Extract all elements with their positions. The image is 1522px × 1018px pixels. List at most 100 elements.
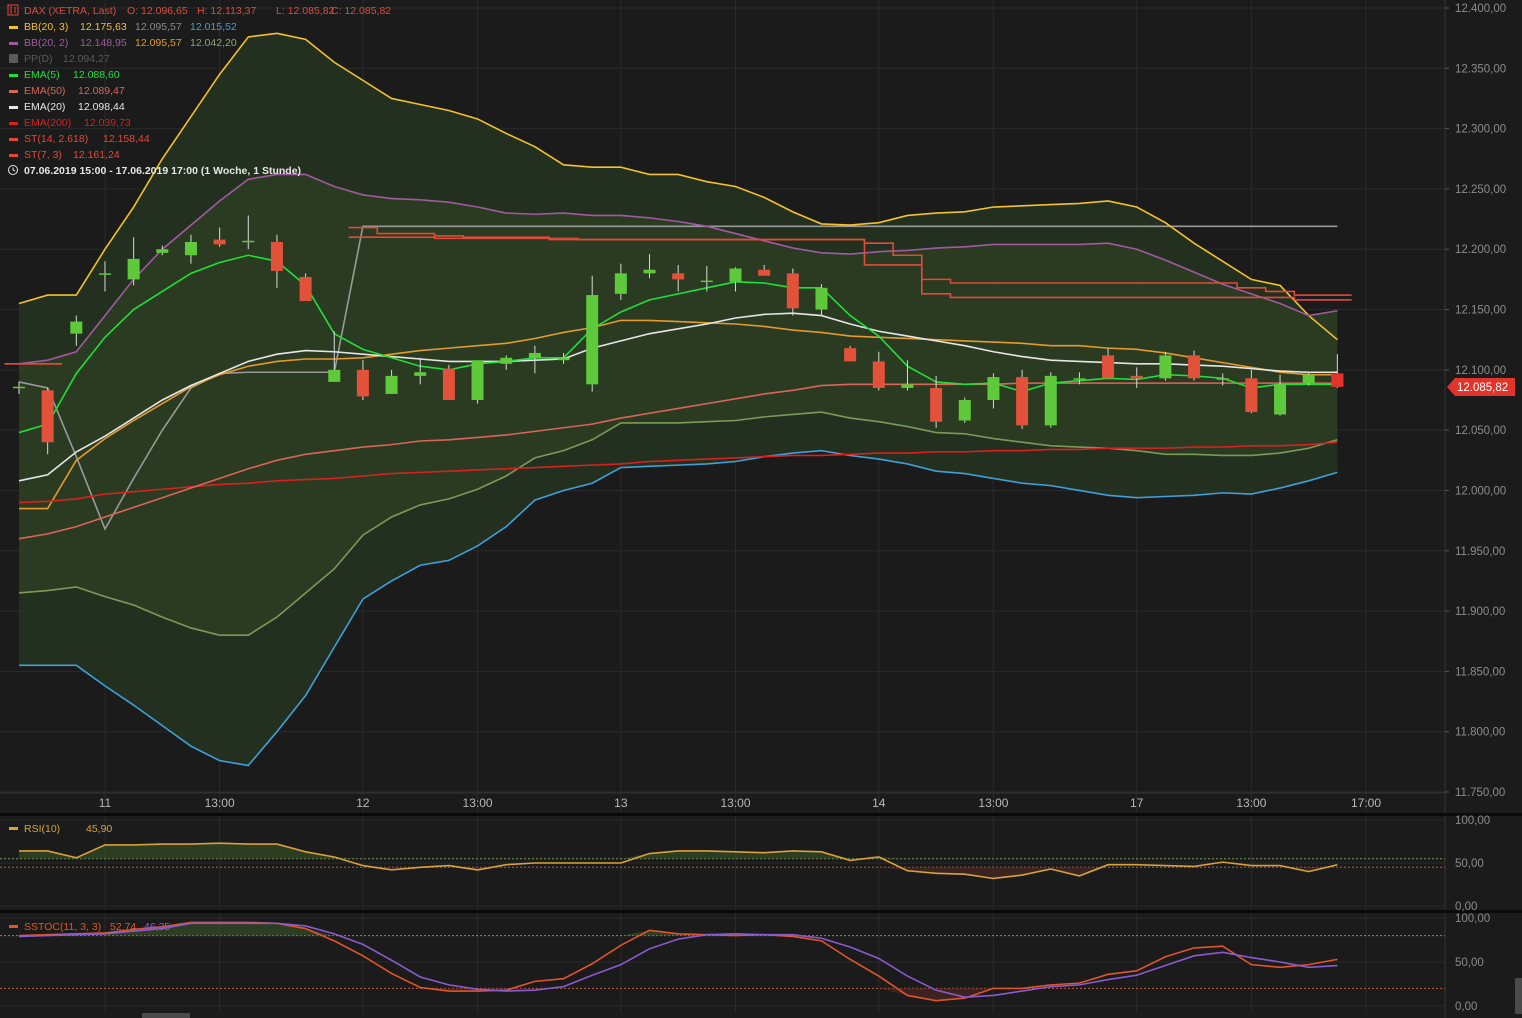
indicator-name: ST(14, 2.618) — [24, 133, 88, 145]
pane-separator[interactable] — [0, 910, 1522, 913]
candle — [443, 365, 455, 400]
indicator-value: 12.089,47 — [78, 85, 125, 97]
price-tick-label: 11.950,00 — [1455, 546, 1505, 558]
indicator-value: 12.015,52 — [190, 21, 237, 33]
indicator-value: 12.094,27 — [63, 53, 110, 65]
indicator-value: 12.158,44 — [103, 133, 150, 145]
time-label: 14 — [872, 796, 886, 810]
candle-body — [443, 369, 455, 400]
price-tick-label: 12.350,00 — [1455, 63, 1506, 75]
stoc-tick-label: 0,00 — [1455, 1001, 1477, 1013]
candle-body — [672, 273, 684, 279]
indicator-row: BB(20, 3) 12.175,63 12.095,57 12.015,52 — [9, 21, 237, 33]
pane-separator[interactable] — [0, 813, 1522, 816]
candle-body — [472, 360, 484, 400]
candle-body — [1217, 378, 1229, 380]
candle-body — [214, 240, 226, 245]
price-tick-label: 11.850,00 — [1455, 666, 1505, 678]
candle-body — [271, 242, 283, 271]
vertical-scrollbar[interactable] — [1515, 978, 1522, 1014]
time-label: 13 — [614, 796, 628, 810]
instrument-field: O: 12.096,65 — [127, 5, 188, 17]
indicator-swatch — [9, 122, 18, 125]
candle-body — [615, 273, 627, 294]
price-tick-label: 12.000,00 — [1455, 485, 1506, 497]
instrument-field: C: 12.085,82 — [331, 5, 391, 17]
time-label: 12 — [356, 796, 370, 810]
candle-body — [1159, 355, 1171, 378]
price-tick-label: 12.300,00 — [1455, 124, 1506, 136]
indicator-swatch — [9, 26, 18, 29]
candle-body — [1016, 377, 1028, 425]
candle-body — [730, 269, 742, 282]
candle-body — [13, 387, 25, 389]
indicator-name: ST(7, 3) — [24, 149, 62, 161]
indicator-swatch — [9, 74, 18, 77]
indicator-value: 12.175,63 — [80, 21, 127, 33]
candle-body — [1274, 384, 1286, 414]
time-label: 11 — [99, 796, 112, 810]
indicator-name: EMA(50) — [24, 85, 65, 97]
candle-body — [357, 370, 369, 397]
time-label: 13:00 — [720, 796, 750, 810]
indicator-name: EMA(20) — [24, 101, 65, 113]
dax-chart[interactable]: 12.400,0012.350,0012.300,0012.250,0012.2… — [0, 0, 1522, 1018]
candle-body — [959, 400, 971, 421]
indicator-swatch — [9, 138, 18, 141]
instrument-field: DAX (XETRA, Last) — [24, 5, 116, 17]
indicator-value: 12.095,57 — [135, 37, 182, 49]
price-tick-label: 12.150,00 — [1455, 305, 1506, 317]
time-label: 13:00 — [205, 796, 235, 810]
price-tick-label: 11.800,00 — [1455, 727, 1505, 739]
indicator-row: EMA(200)12.039,73 — [9, 117, 131, 129]
indicator-name: BB(20, 3) — [24, 21, 68, 33]
candle-body — [242, 241, 254, 243]
candle-body — [128, 259, 140, 280]
candle-body — [500, 358, 512, 364]
indicator-name: BB(20, 2) — [24, 37, 68, 49]
indicator-value: 12.098,44 — [78, 101, 125, 113]
candle — [472, 360, 484, 403]
indicator-name: EMA(5) — [24, 69, 60, 81]
candle-body — [758, 270, 770, 276]
candle-body — [1303, 375, 1315, 383]
candle — [300, 273, 312, 301]
candle — [1016, 370, 1028, 429]
horizontal-scrollbar[interactable] — [142, 1013, 190, 1018]
instrument-field: L: 12.085,82 — [276, 5, 335, 17]
indicator-name: PP(D) — [24, 53, 53, 65]
stoc-title: SSTOC(11, 3, 3) — [24, 921, 101, 933]
stoc-tick-label: 100,00 — [1455, 913, 1490, 925]
indicator-value: 12.095,57 — [135, 21, 182, 33]
candle-body — [328, 370, 340, 382]
indicator-value: 12.148,95 — [80, 37, 127, 49]
price-tick-label: 11.750,00 — [1455, 787, 1505, 799]
candle-body — [1245, 378, 1257, 412]
indicator-swatch — [9, 42, 18, 45]
stoc-swatch — [9, 925, 18, 928]
indicator-swatch — [9, 90, 18, 93]
candle-body — [1131, 376, 1143, 378]
candle-body — [414, 372, 426, 376]
candle-body — [300, 277, 312, 301]
candle-body — [873, 361, 885, 388]
indicator-swatch — [9, 54, 18, 63]
instrument-line: DAX (XETRA, Last)O: 12.096,65H: 12.113,3… — [8, 5, 391, 17]
indicator-row: BB(20, 2)12.148,9512.095,5712.042,20 — [9, 37, 237, 49]
indicator-row: ST(14, 2.618) 12.158,44 — [9, 133, 150, 145]
price-tick-label: 12.050,00 — [1455, 425, 1506, 437]
candle-body — [99, 273, 111, 275]
period-line: 07.06.2019 15:00 - 17.06.2019 17:00 (1 W… — [9, 165, 302, 177]
candle-body — [1045, 376, 1057, 425]
rsi-swatch — [9, 827, 18, 830]
last-candle-marker — [1331, 373, 1343, 386]
price-tick-label: 12.400,00 — [1455, 3, 1506, 15]
rsi-title: RSI(10) — [24, 823, 60, 835]
candle-body — [644, 270, 656, 274]
rsi-tick-label: 50,00 — [1455, 858, 1484, 870]
time-label: 13:00 — [1236, 796, 1266, 810]
time-label: 17 — [1130, 796, 1144, 810]
candle-body — [185, 242, 197, 255]
candle-body — [987, 377, 999, 400]
time-label: 17:00 — [1351, 796, 1381, 810]
